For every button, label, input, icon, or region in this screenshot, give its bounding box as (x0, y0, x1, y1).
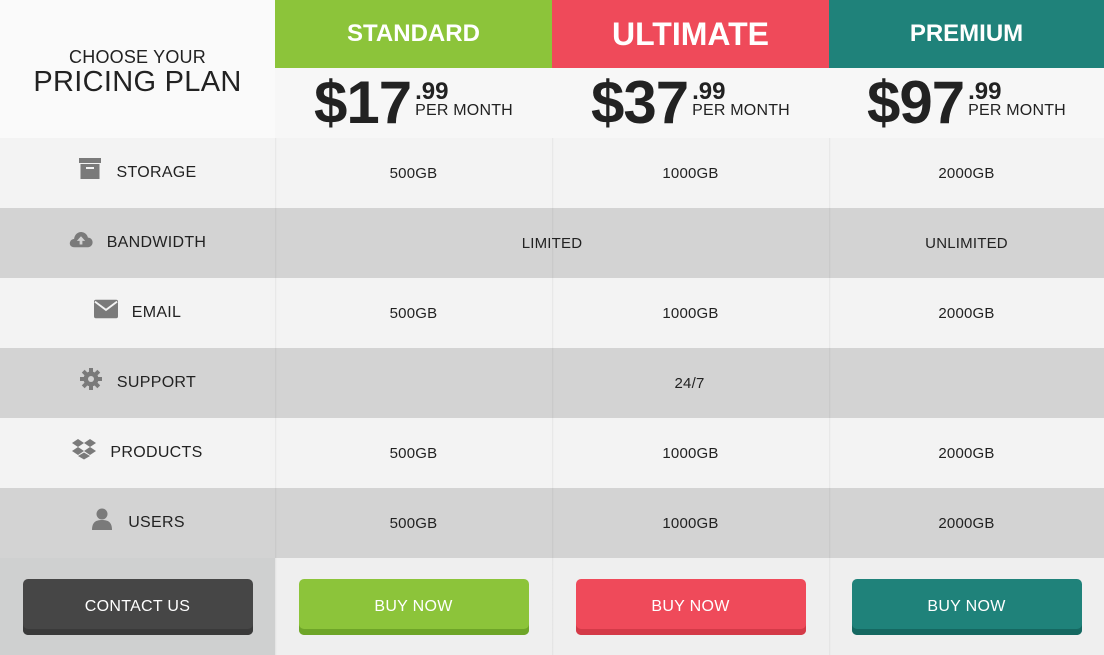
products-premium: 2000GB (829, 418, 1104, 488)
price-amount: $97 (867, 69, 965, 136)
plan-title-premium: PREMIUM (829, 0, 1104, 68)
buy-now-standard-button[interactable]: BUY NOW (298, 578, 529, 635)
column-divider (829, 138, 831, 655)
email-premium: 2000GB (829, 278, 1104, 348)
support-all-plans: 24/7 (275, 348, 1104, 418)
archive-icon (78, 157, 102, 181)
storage-premium: 2000GB (829, 138, 1104, 208)
plan-title-standard: STANDARD (275, 0, 552, 68)
price-cents: .99 (968, 78, 1002, 105)
plan-name: STANDARD (347, 20, 480, 47)
price-ultimate: $37 .99 PER MONTH (552, 68, 829, 138)
pricing-heading: CHOOSE YOUR PRICING PLAN (0, 0, 275, 138)
feature-row-products: PRODUCTS (0, 418, 275, 488)
feature-row-email: EMAIL (0, 278, 275, 348)
email-ultimate: 1000GB (552, 278, 829, 348)
feature-label: STORAGE (116, 164, 197, 181)
column-divider (275, 138, 277, 655)
products-standard: 500GB (275, 418, 552, 488)
plan-name: ULTIMATE (612, 15, 769, 52)
gear-icon (79, 367, 103, 391)
feature-label: EMAIL (131, 304, 182, 321)
price-period: PER MONTH (415, 102, 513, 119)
envelope-icon (93, 297, 118, 321)
email-standard: 500GB (275, 278, 552, 348)
price-amount: $37 (591, 69, 689, 136)
plan-name: PREMIUM (909, 20, 1024, 47)
feature-row-support: SUPPORT (0, 348, 275, 418)
price-amount: $17 (314, 69, 412, 136)
feature-row-storage: STORAGE (0, 138, 275, 208)
footer-ultimate-cell: BUY NOW (552, 558, 829, 655)
footer-standard-cell: BUY NOW (275, 558, 552, 655)
feature-label: USERS (128, 514, 185, 531)
storage-ultimate: 1000GB (552, 138, 829, 208)
plan-title-ultimate: ULTIMATE (552, 0, 829, 68)
dropbox-icon (72, 437, 97, 461)
footer-premium-cell: BUY NOW (829, 558, 1104, 655)
feature-row-bandwidth: BANDWIDTH (0, 208, 275, 278)
bandwidth-premium: UNLIMITED (829, 208, 1104, 278)
feature-label: PRODUCTS (110, 444, 203, 461)
price-period: PER MONTH (968, 102, 1066, 119)
price-premium: $97 .99 PER MONTH (829, 68, 1104, 138)
column-divider (552, 138, 554, 655)
buy-now-ultimate-button[interactable]: BUY NOW (575, 578, 806, 635)
footer-contact-cell: CONTACT US (0, 558, 275, 655)
contact-us-button[interactable]: CONTACT US (22, 578, 253, 635)
price-standard: $17 .99 PER MONTH (275, 68, 552, 138)
feature-label: SUPPORT (116, 374, 197, 391)
users-ultimate: 1000GB (552, 488, 829, 558)
storage-standard: 500GB (275, 138, 552, 208)
heading-small: CHOOSE YOUR (69, 47, 206, 67)
feature-label: BANDWIDTH (106, 234, 207, 251)
pricing-table: CHOOSE YOUR PRICING PLAN STANDARD ULTIMA… (0, 0, 1104, 655)
cloud-upload-icon (69, 227, 93, 251)
users-standard: 500GB (275, 488, 552, 558)
price-cents: .99 (415, 78, 449, 105)
products-ultimate: 1000GB (552, 418, 829, 488)
user-icon (90, 507, 114, 531)
price-period: PER MONTH (692, 102, 790, 119)
feature-row-users: USERS (0, 488, 275, 558)
heading-big: PRICING PLAN (33, 66, 242, 98)
buy-now-premium-button[interactable]: BUY NOW (851, 578, 1082, 635)
price-cents: .99 (692, 78, 726, 105)
users-premium: 2000GB (829, 488, 1104, 558)
